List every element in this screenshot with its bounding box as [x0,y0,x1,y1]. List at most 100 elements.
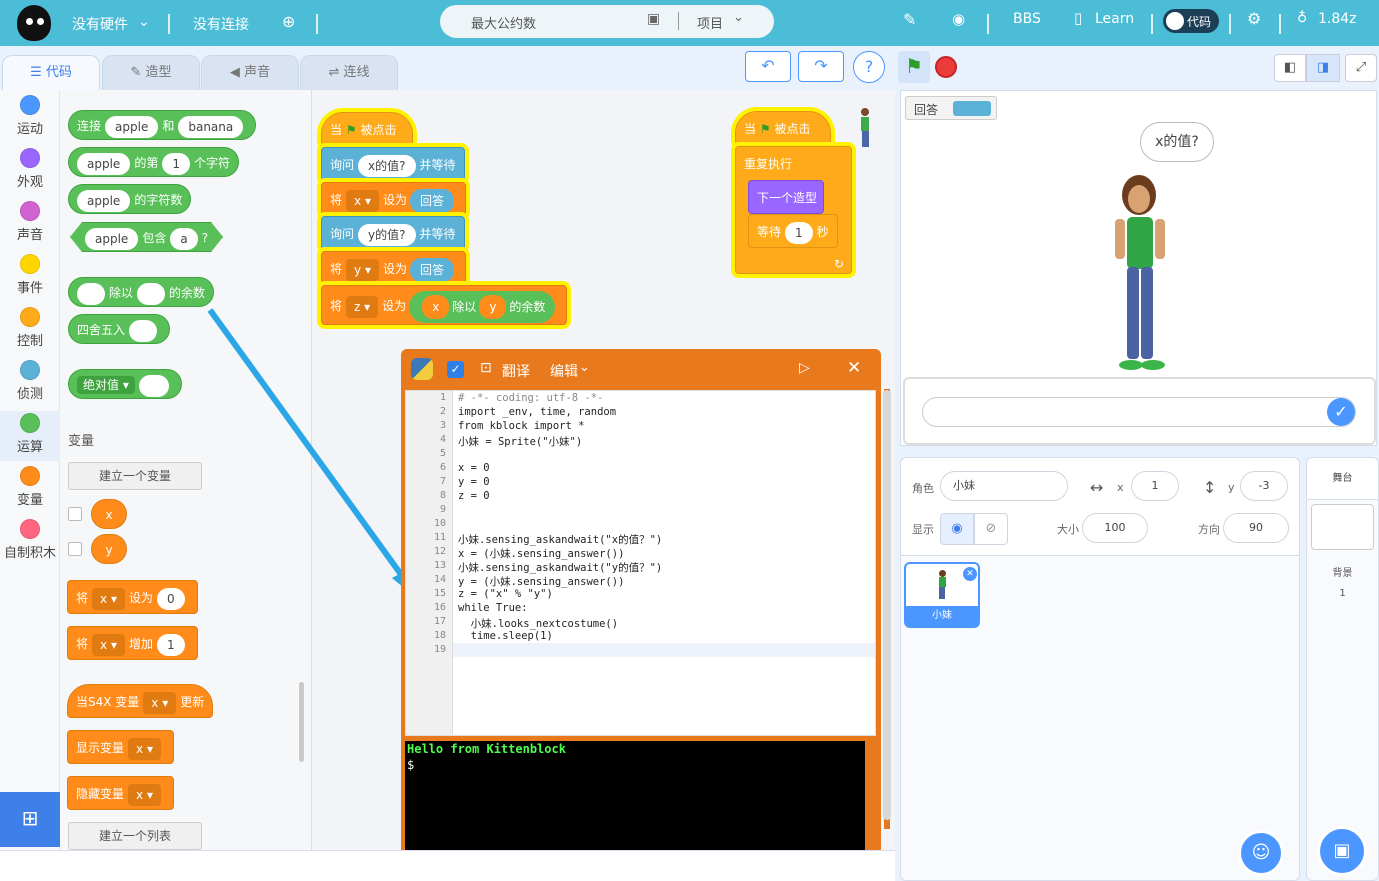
x-position-input[interactable]: 1 [1131,471,1179,501]
var-y-reporter[interactable]: y [91,534,127,564]
category-4[interactable]: 控制 [0,307,60,349]
round-block[interactable]: 四舍五入 [68,314,171,344]
show-sprite-button[interactable]: ◉ [940,513,974,545]
answer-input[interactable] [922,397,1356,427]
length-of-block[interactable]: apple 的字符数 [68,184,192,214]
block-input[interactable] [137,282,166,305]
ask-and-wait-block[interactable]: 询问 x的值? 并等待 [321,147,465,181]
var-dropdown[interactable]: x [136,788,143,802]
category-8[interactable]: 自制积木 [0,519,60,561]
delete-sprite-icon[interactable]: ✕ [963,567,977,581]
block-input[interactable]: 1 [162,152,190,175]
submit-answer-button[interactable]: ✓ [1327,398,1355,426]
var-dropdown[interactable]: x [100,638,107,652]
category-3[interactable]: 事件 [0,254,60,296]
block-input[interactable]: 1 [156,633,185,656]
wait-block[interactable]: 等待 1 秒 [748,214,838,248]
hide-variable-block[interactable]: 隐藏变量 x ▾ [67,776,174,810]
connection-menu[interactable]: 没有连接 [193,14,249,34]
sprite-thumbnail[interactable]: ✕ 小妹 [904,562,980,628]
add-extension-button[interactable]: ⊞ [0,792,60,847]
block-input[interactable] [129,319,158,342]
show-variable-block[interactable]: 显示变量 x ▾ [67,730,174,764]
editor-scrollbar[interactable] [883,390,891,820]
category-2[interactable]: 声音 [0,201,60,243]
tab-wiring[interactable]: ⇌ 连线 [300,55,398,90]
code-editor[interactable]: 1 2 3 4 5 6 7 8 9 10 11 12 13 14 15 16 17 18 19 # -*- codi… [405,390,876,736]
fullscreen-button[interactable]: ⤢ [1345,54,1377,82]
edit-menu[interactable]: 编辑 [550,361,578,381]
run-icon[interactable]: ▷ [799,360,810,376]
block-input[interactable]: a [170,228,197,250]
close-icon[interactable]: ✕ [847,358,861,378]
project-menu[interactable]: 项目 [697,13,723,32]
pencil-icon[interactable]: ✎ [903,10,916,29]
block-input[interactable]: apple [77,189,131,212]
redo-button[interactable]: ↷ [798,51,844,82]
make-variable-button[interactable]: 建立一个变量 [68,462,202,490]
y-position-input[interactable]: -3 [1240,471,1288,501]
when-flag-clicked-hat[interactable]: 当 ⚑ 被点击 [735,111,831,145]
tab-code[interactable]: ☰ 代码 [2,55,100,91]
help-button[interactable]: ? [853,51,885,83]
var-y-reporter[interactable]: y [479,295,507,319]
palette-scrollbar[interactable] [299,682,304,762]
ask-and-wait-block[interactable]: 询问 y的值? 并等待 [321,216,465,250]
set-variable-block[interactable]: 将x ▾ 设为 回答 [321,182,466,216]
next-costume-block[interactable]: 下一个造型 [748,180,824,214]
size-input[interactable]: 100 [1082,513,1148,543]
bbs-link[interactable]: BBS [1013,11,1041,27]
block-input[interactable]: 1 [785,221,813,244]
green-flag-button[interactable]: ⚑ [898,51,930,83]
mod-reporter[interactable]: x 除以 y 的余数 [409,290,556,323]
var-y-checkbox[interactable] [68,542,82,556]
translate-button[interactable]: 翻译 [502,361,530,381]
var-dropdown[interactable]: x [151,696,158,710]
gear-icon[interactable]: ⚙ [1247,9,1261,28]
camera-icon[interactable]: ◉ [952,10,965,28]
category-5[interactable]: 侦测 [0,360,60,402]
when-flag-clicked-hat[interactable]: 当 ⚑ 被点击 [321,112,413,146]
hardware-menu[interactable]: 没有硬件 [72,14,128,34]
block-input[interactable]: 0 [156,587,185,610]
s4x-var-hat-block[interactable]: 当S4X 变量 x ▾ 更新 [67,684,214,718]
block-input[interactable]: apple [77,152,131,175]
set-variable-block[interactable]: 将y ▾ 设为 回答 [321,251,466,285]
letter-of-block[interactable]: apple 的第 1 个字符 [68,147,239,177]
code-mode-toggle[interactable]: 代码 [1163,9,1219,33]
join-block[interactable]: 连接 apple 和 banana [68,110,257,140]
category-6[interactable]: 运算 [0,411,60,461]
backdrop-thumbnail[interactable] [1311,504,1374,550]
var-dropdown[interactable]: x [100,592,107,606]
large-stage-button[interactable]: ◨ [1306,54,1340,82]
block-input[interactable] [138,374,169,397]
block-input[interactable]: apple [85,228,138,250]
save-icon[interactable]: ▣ [647,11,660,27]
var-x-reporter[interactable]: x [91,499,127,529]
hide-sprite-button[interactable]: ⊘ [974,513,1008,545]
block-dropdown[interactable]: 绝对值 ▾ [77,376,135,394]
undo-button[interactable]: ↶ [745,51,791,82]
contains-block[interactable]: apple 包含 a? [70,222,223,252]
category-0[interactable]: 运动 [0,95,60,137]
abs-block[interactable]: 绝对值 ▾ [68,369,182,399]
set-variable-block[interactable]: 将x ▾ 设为 0 [67,580,198,614]
answer-reporter[interactable]: 回答 [409,188,454,213]
tab-costumes[interactable]: ✎ 造型 [102,55,200,90]
mod-block[interactable]: 除以 的余数 [68,277,215,307]
var-dropdown[interactable]: x [354,194,361,208]
sprite-name-input[interactable]: 小妹 [940,471,1068,501]
direction-input[interactable]: 90 [1223,513,1289,543]
block-input[interactable]: y的值? [358,223,416,246]
choose-backdrop-button[interactable]: ▣ [1317,826,1367,876]
learn-link[interactable]: Learn [1095,11,1134,27]
project-title-input[interactable]: 最大公约数 [471,13,536,32]
block-input[interactable] [77,282,105,305]
stage-canvas[interactable]: 回答 x的值? ✓ [900,90,1377,446]
tab-sounds[interactable]: ◀ 声音 [201,55,299,90]
small-stage-button[interactable]: ◧ [1274,54,1306,82]
var-x-checkbox[interactable] [68,507,82,521]
block-input[interactable]: apple [105,115,159,138]
var-dropdown[interactable]: y [354,263,361,277]
choose-sprite-button[interactable]: ☺ [1238,830,1284,876]
